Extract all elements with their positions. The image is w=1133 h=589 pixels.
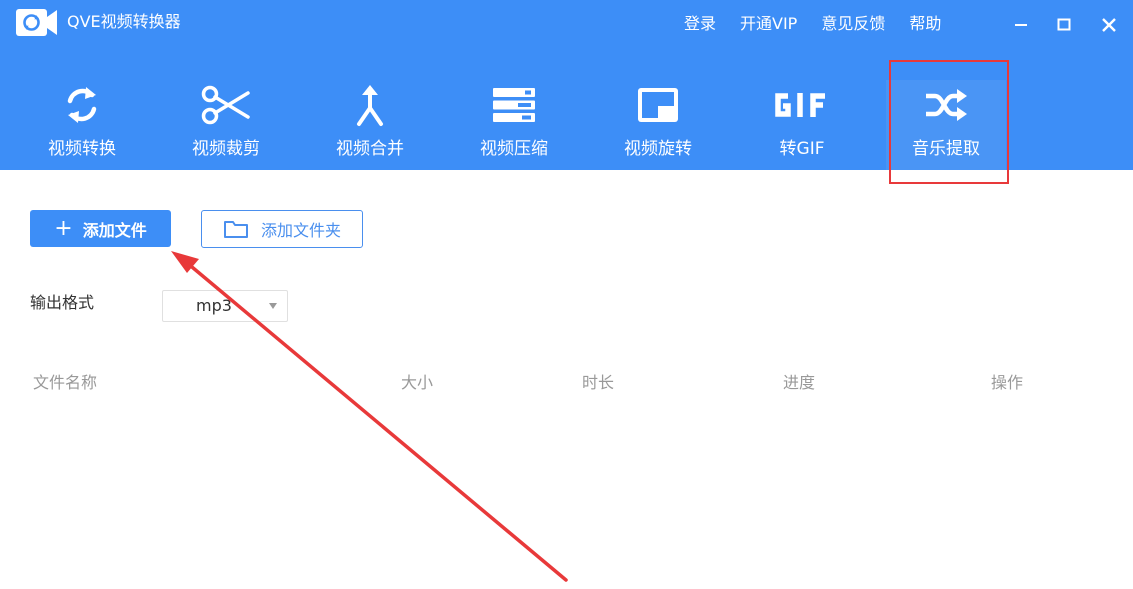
title-toolbar-area: QVE视频转换器 登录 开通VIP 意见反馈 帮助 视频转换 视频裁剪 视频合并… xyxy=(0,0,1133,170)
column-header-filename: 文件名称 xyxy=(33,373,98,392)
tool-video-trim[interactable]: 视频裁剪 xyxy=(166,80,286,170)
app-title: QVE视频转换器 xyxy=(67,12,181,31)
chevron-down-icon xyxy=(269,303,277,309)
tool-video-merge[interactable]: 视频合并 xyxy=(310,80,430,170)
maximize-button[interactable] xyxy=(1053,12,1075,36)
help-link[interactable]: 帮助 xyxy=(909,12,941,36)
minimize-icon xyxy=(1015,24,1027,26)
tool-label: 转GIF xyxy=(779,139,825,159)
maximize-icon xyxy=(1057,18,1071,31)
top-links: 登录 开通VIP 意见反馈 帮助 xyxy=(684,12,965,36)
column-header-duration: 时长 xyxy=(582,373,615,392)
merge-icon xyxy=(357,85,383,126)
output-format-value: mp3 xyxy=(196,296,232,315)
vip-link[interactable]: 开通VIP xyxy=(740,12,797,36)
tool-label: 视频裁剪 xyxy=(192,139,260,159)
column-header-progress: 进度 xyxy=(783,373,816,392)
feedback-link[interactable]: 意见反馈 xyxy=(821,12,885,36)
sync-icon xyxy=(67,87,97,123)
output-format-select[interactable]: mp3 xyxy=(162,290,288,322)
add-file-label: 添加文件 xyxy=(82,220,147,240)
app-logo-icon xyxy=(16,9,57,36)
close-icon xyxy=(1102,18,1116,32)
rotate-icon xyxy=(638,88,678,122)
folder-icon xyxy=(223,221,248,238)
scissors-icon xyxy=(201,85,250,125)
tool-music-extract[interactable]: 音乐提取 xyxy=(886,80,1006,170)
gif-icon xyxy=(775,93,825,117)
tool-video-compress[interactable]: 视频压缩 xyxy=(454,80,574,170)
tool-label: 视频压缩 xyxy=(480,139,548,159)
login-link[interactable]: 登录 xyxy=(684,12,716,36)
tool-video-rotate[interactable]: 视频旋转 xyxy=(598,80,718,170)
tool-label: 视频旋转 xyxy=(624,139,692,159)
shuffle-icon xyxy=(926,89,967,121)
add-folder-button[interactable]: 添加文件夹 xyxy=(201,210,363,248)
tool-to-gif[interactable]: 转GIF xyxy=(742,80,862,170)
tool-video-convert[interactable]: 视频转换 xyxy=(22,80,142,170)
minimize-button[interactable] xyxy=(1010,12,1032,36)
tool-label: 视频转换 xyxy=(48,139,116,159)
compress-icon xyxy=(493,88,535,122)
add-folder-label: 添加文件夹 xyxy=(260,221,341,240)
close-button[interactable] xyxy=(1098,12,1120,36)
tool-label: 音乐提取 xyxy=(912,139,980,159)
column-header-size: 大小 xyxy=(401,373,434,392)
output-format-label: 输出格式 xyxy=(30,293,95,312)
column-header-actions: 操作 xyxy=(991,373,1024,392)
add-file-button[interactable]: + 添加文件 xyxy=(30,210,171,247)
tool-label: 视频合并 xyxy=(336,139,404,159)
plus-icon: + xyxy=(54,215,73,241)
